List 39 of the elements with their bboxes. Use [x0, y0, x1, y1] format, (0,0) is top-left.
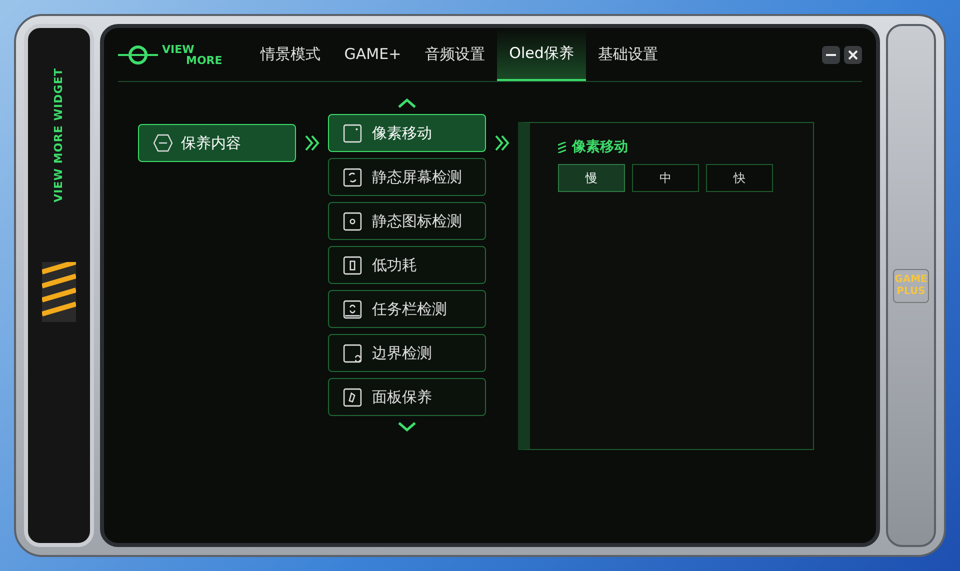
- tab[interactable]: 情景模式: [248, 28, 332, 81]
- corner-icon: [343, 344, 362, 362]
- stripes-icon: [558, 142, 566, 153]
- feature-item[interactable]: 任务栏检测: [328, 290, 486, 328]
- close-icon: [848, 50, 858, 60]
- logo-text: MORE: [185, 54, 222, 66]
- oled-icon: [153, 134, 173, 152]
- detail-title: 像素移动: [572, 138, 628, 157]
- minimize-button[interactable]: [822, 46, 840, 64]
- logo-icon: [118, 44, 158, 66]
- speed-option[interactable]: 中: [632, 164, 699, 192]
- category-item[interactable]: 保养内容: [138, 124, 296, 162]
- refresh-icon: [343, 168, 362, 186]
- feature-item[interactable]: 低功耗: [328, 246, 486, 284]
- battery-icon: [343, 256, 362, 274]
- double-chevron-icon: [304, 134, 320, 152]
- target-icon: [343, 212, 362, 230]
- minimize-icon: [826, 54, 836, 56]
- feature-item[interactable]: 静态屏幕检测: [328, 158, 486, 196]
- speed-option[interactable]: 慢: [558, 164, 625, 192]
- tab[interactable]: GAME+: [332, 28, 414, 81]
- logo-text: VIEW: [162, 44, 196, 54]
- down-chevron-icon[interactable]: [397, 422, 417, 432]
- feature-item[interactable]: 像素移动: [328, 114, 486, 152]
- feature-item[interactable]: 面板保养: [328, 378, 486, 416]
- double-chevron-icon: [494, 134, 510, 152]
- up-chevron-icon[interactable]: [397, 98, 417, 108]
- speed-option[interactable]: 快: [706, 164, 773, 192]
- stripes-icon: [42, 262, 76, 322]
- tab[interactable]: Oled保养: [497, 28, 586, 81]
- close-button[interactable]: [844, 46, 862, 64]
- taskbar-icon: [343, 300, 362, 318]
- side-label: VIEW MORE WIDGET: [50, 68, 66, 202]
- game-plus-badge: GAME PLUS: [893, 268, 929, 302]
- brush-icon: [343, 388, 362, 406]
- feature-item[interactable]: 边界检测: [328, 334, 486, 372]
- tab[interactable]: 音频设置: [413, 28, 498, 81]
- feature-item[interactable]: 静态图标检测: [328, 202, 486, 240]
- tab[interactable]: 基础设置: [586, 28, 670, 81]
